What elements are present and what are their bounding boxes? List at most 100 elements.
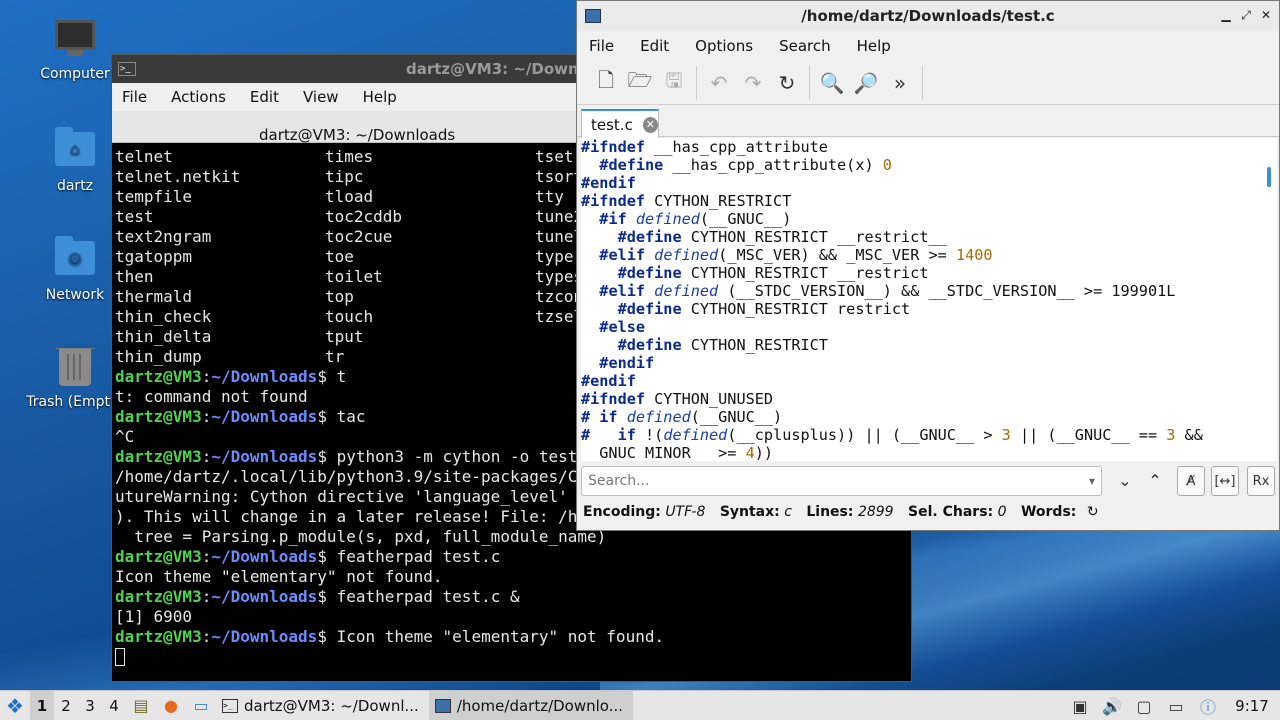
close-tab-icon[interactable]: ✕: [642, 116, 658, 133]
sel-chars-value: 0: [997, 504, 1007, 520]
updates-icon[interactable]: ▣: [1064, 697, 1096, 716]
prompt-user: dartz@VM3: [115, 407, 202, 426]
keyword-token: # if: [581, 408, 618, 426]
terminal-line: dartz@VM3:~/Downloads$ Icon theme "eleme…: [115, 627, 911, 647]
completion-item: toc2cddb: [325, 207, 403, 226]
keyword-token: #elif: [599, 246, 646, 264]
menu-file[interactable]: File: [589, 37, 614, 55]
notification-icon[interactable]: ⓘ: [1192, 694, 1224, 718]
code-line: #ifndef CYTHON_UNUSED: [581, 390, 1263, 408]
scrollbar-thumb[interactable]: [1267, 167, 1271, 187]
menu-options[interactable]: Options: [695, 37, 753, 55]
function-token: defined: [635, 210, 700, 228]
save-icon[interactable]: 🖫: [657, 66, 691, 100]
search-input[interactable]: Search... ▾: [581, 466, 1102, 496]
prompt-path: ~/Downloads: [211, 367, 318, 386]
refresh-words-icon[interactable]: ↻: [1087, 504, 1099, 520]
desktop-icon-trash[interactable]: Trash (Empty): [25, 348, 125, 410]
file-manager-icon[interactable]: ▤: [126, 691, 156, 720]
editor-tabbar: test.c ✕: [577, 105, 1279, 138]
undo-icon[interactable]: ↶: [702, 66, 736, 100]
menu-help[interactable]: Help: [363, 88, 409, 106]
completion-item: tr: [325, 347, 345, 366]
desktop-icon-label: Computer: [40, 66, 110, 82]
find-icon[interactable]: 🔍: [815, 66, 849, 100]
keyword-token: #ifndef: [581, 390, 646, 408]
find-replace-icon[interactable]: 🔎: [849, 66, 883, 100]
maximize-button[interactable]: ⤢: [1239, 8, 1253, 22]
menu-edit[interactable]: Edit: [250, 88, 291, 106]
completion-item: tipc: [325, 167, 364, 186]
menu-search[interactable]: Search: [779, 37, 831, 55]
match-case-icon[interactable]: A̸: [1177, 466, 1205, 496]
completion-item: telnet.netkit: [115, 167, 241, 186]
firefox-icon[interactable]: ●: [156, 691, 186, 720]
tab-label: test.c: [591, 115, 633, 134]
completion-item: times: [325, 147, 374, 166]
menu-actions[interactable]: Actions: [171, 88, 238, 106]
code-token: CYTHON_RESTRICT __restrict__: [681, 228, 947, 246]
regex-icon[interactable]: Rx: [1247, 466, 1275, 496]
taskbar-task-editor[interactable]: /home/dartz/Downlo...: [428, 690, 634, 720]
code-line: #define CYTHON_RESTRICT __restrict__: [581, 228, 1263, 246]
whole-word-icon[interactable]: [↔]: [1211, 466, 1239, 496]
number-token: 4: [745, 444, 755, 461]
desktop-icon-computer[interactable]: Computer: [25, 20, 125, 82]
code-line: #else: [581, 318, 1263, 336]
redo-icon[interactable]: ↷: [736, 66, 770, 100]
menu-edit[interactable]: Edit: [640, 37, 669, 55]
completion-item: tty: [535, 187, 564, 206]
vertical-scrollbar[interactable]: [1263, 138, 1277, 461]
find-previous-icon[interactable]: ⌃: [1141, 466, 1169, 496]
reload-icon[interactable]: ↻: [770, 66, 804, 100]
desktop-icon-network[interactable]: ◉ Network: [25, 236, 125, 303]
close-button[interactable]: ✕: [1259, 8, 1273, 22]
workspace-2[interactable]: 2: [54, 697, 78, 715]
more-icon[interactable]: »: [883, 66, 917, 100]
new-file-icon[interactable]: 🗋: [589, 66, 623, 100]
prompt-path: ~/Downloads: [211, 587, 318, 606]
clipboard-icon[interactable]: ▢: [1128, 697, 1160, 716]
volume-icon[interactable]: 🔊: [1096, 697, 1128, 716]
chevron-down-icon[interactable]: ▾: [1089, 467, 1095, 495]
find-next-icon[interactable]: ⌄: [1111, 466, 1139, 496]
prompt-user: dartz@VM3: [115, 547, 202, 566]
show-desktop-icon[interactable]: ▭: [186, 691, 216, 720]
editor-titlebar[interactable]: /home/dartz/Downloads/test.c ▁ ⤢ ✕: [577, 1, 1279, 31]
code-token: &&: [1175, 426, 1203, 444]
prompt-path: ~/Downloads: [211, 627, 318, 646]
code-token: (__GNUC__): [699, 210, 792, 228]
clock[interactable]: 9:17: [1224, 697, 1280, 715]
prompt-command: $ Icon theme "elementary" not found.: [317, 627, 665, 646]
keyword-token: #endif: [599, 354, 655, 372]
code-token: CYTHON_RESTRICT __restrict: [681, 264, 929, 282]
taskbar-task-terminal[interactable]: >_ dartz@VM3: ~/Downl...: [216, 691, 429, 720]
code-token: (__STDC_VERSION__) && __STDC_VERSION__ >…: [718, 282, 1176, 300]
words-label: Words:: [1020, 504, 1077, 520]
workspace-4[interactable]: 4: [102, 697, 126, 715]
menu-view[interactable]: View: [303, 88, 351, 106]
menu-help[interactable]: Help: [857, 37, 891, 55]
code-line: # if !(defined(__cplusplus)) || (__GNUC_…: [581, 426, 1263, 444]
workspace-1[interactable]: 1: [30, 690, 54, 720]
desktop-icon-home[interactable]: ⌂ dartz: [25, 127, 125, 194]
minimize-button[interactable]: ▁: [1219, 8, 1233, 22]
code-token: CYTHON_RESTRICT: [645, 192, 792, 210]
workspace-3[interactable]: 3: [78, 697, 102, 715]
open-folder-icon[interactable]: 🗁: [623, 66, 657, 100]
featherpad-icon: [434, 698, 451, 713]
completion-item: toilet: [325, 267, 383, 286]
code-token: (__GNUC__): [690, 408, 783, 426]
editor-window[interactable]: /home/dartz/Downloads/test.c ▁ ⤢ ✕ File …: [576, 0, 1280, 531]
start-menu-icon[interactable]: ❖: [0, 691, 30, 720]
tab-test-c[interactable]: test.c ✕: [581, 109, 659, 138]
menu-file[interactable]: File: [122, 88, 159, 106]
prompt-sep: :: [201, 587, 212, 606]
code-editor[interactable]: #ifndef __has_cpp_attribute #define __ha…: [581, 138, 1263, 461]
prompt-path: ~/Downloads: [211, 407, 318, 426]
display-icon[interactable]: ▭: [1160, 697, 1192, 716]
code-line: # if defined(__GNUC__): [581, 408, 1263, 426]
output-text: [1] 6900: [115, 607, 193, 626]
